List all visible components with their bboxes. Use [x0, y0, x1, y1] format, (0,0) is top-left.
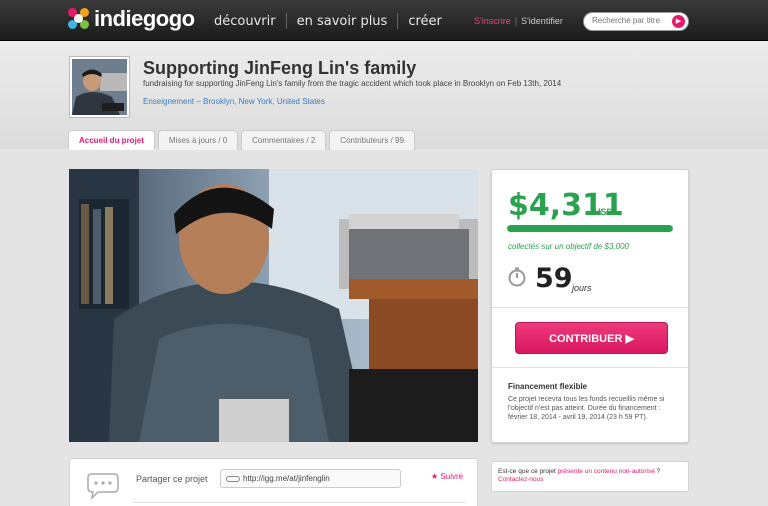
play-arrow-icon[interactable]: ▶ — [672, 15, 685, 28]
page-title: Supporting JinFeng Lin's family — [143, 58, 417, 78]
tab-contributeurs[interactable]: Contributeurs / 99 — [329, 130, 415, 150]
tab-mises-a-jour[interactable]: Mises à jours / 0 — [157, 130, 239, 150]
search-box: ▶ — [583, 12, 689, 31]
signup-link[interactable]: S'inscrire — [474, 16, 511, 26]
report-box: Est-ce que ce projet présente un contenu… — [491, 461, 689, 492]
goal-text: collectés sur un objectif de $3,000 — [508, 242, 629, 251]
contact-link[interactable]: Contactez-nous — [498, 476, 544, 483]
speech-bubble-icon — [87, 473, 119, 501]
auth-links: S'inscrire | S'identifier — [474, 16, 563, 26]
days-left: 59 — [535, 263, 573, 294]
star-icon: ★ — [431, 472, 439, 481]
funding-panel: $4,311 USD collectés sur un objectif de … — [491, 169, 689, 443]
report-text: Est-ce que ce projet — [498, 468, 556, 475]
signin-link[interactable]: S'identifier — [521, 16, 563, 26]
project-photo — [69, 169, 478, 442]
tab-commentaires[interactable]: Commentaires / 2 — [241, 130, 327, 150]
project-video[interactable] — [69, 169, 478, 442]
amount-raised: $4,311 — [508, 188, 624, 223]
follow-button[interactable]: ★ Suivre — [431, 472, 463, 481]
logo[interactable]: indiegogo — [68, 6, 195, 32]
divider — [132, 502, 466, 503]
nav-divider — [285, 13, 287, 29]
divider — [492, 307, 688, 308]
top-bar: indiegogo découvrir en savoir plus créer… — [0, 0, 768, 41]
auth-divider: | — [514, 16, 518, 26]
share-url-text: http://igg.me/at/jinfenglin — [243, 474, 330, 483]
divider — [492, 367, 688, 368]
flexible-funding-desc: Ce projet recevra tous les fonds recueil… — [508, 396, 665, 421]
progress-bar — [507, 225, 673, 232]
nav-item-creer[interactable]: créer — [408, 14, 442, 29]
days-label: jours — [572, 283, 592, 293]
follow-label: Suivre — [440, 472, 464, 481]
avatar — [69, 56, 130, 118]
search-input[interactable] — [592, 16, 674, 25]
currency: USD — [594, 207, 614, 217]
project-subtitle: fundraising for supporting JinFeng Lin's… — [143, 79, 562, 88]
share-box: Partager ce projet http://igg.me/at/jinf… — [69, 458, 478, 506]
flexible-funding-title: Financement flexible — [508, 382, 588, 391]
share-label: Partager ce projet — [136, 474, 208, 484]
contribute-button[interactable]: CONTRIBUER ▶ — [515, 322, 668, 354]
nav-item-decouvrir[interactable]: découvrir — [214, 14, 276, 29]
logo-icon — [68, 8, 90, 30]
main-nav: découvrir en savoir plus créer — [214, 13, 442, 29]
logo-text: indiegogo — [94, 6, 195, 31]
category-location-link[interactable]: Enseignement – Brooklyn, New York, Unite… — [143, 97, 325, 106]
report-question: ? — [656, 468, 661, 475]
report-link[interactable]: présente un contenu non-autorisé — [558, 468, 655, 475]
project-tabs: Accueil du projet Mises à jours / 0 Comm… — [68, 130, 418, 150]
progress-bar-fill — [507, 225, 673, 232]
nav-divider — [397, 13, 399, 29]
stopwatch-icon — [508, 267, 526, 287]
tab-accueil[interactable]: Accueil du projet — [68, 130, 155, 150]
link-icon — [226, 476, 240, 482]
nav-item-en-savoir-plus[interactable]: en savoir plus — [297, 14, 388, 29]
share-url-field[interactable]: http://igg.me/at/jinfenglin — [220, 469, 401, 488]
